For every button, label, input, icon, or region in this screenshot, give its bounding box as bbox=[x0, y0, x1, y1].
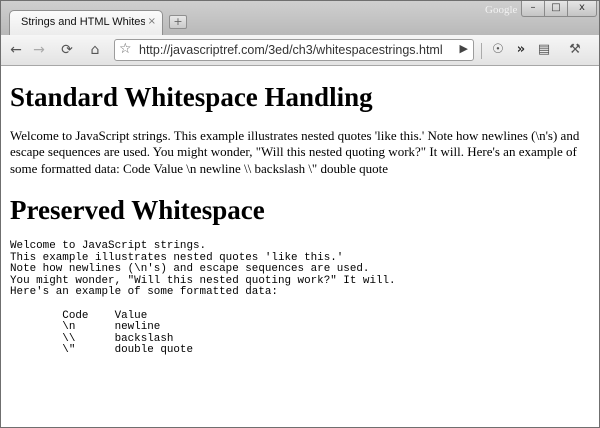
forward-icon[interactable]: → bbox=[30, 41, 48, 59]
go-icon[interactable]: ▶ bbox=[460, 42, 468, 55]
url-text[interactable]: http://javascriptref.com/3ed/ch3/whitesp… bbox=[139, 43, 443, 57]
page-menu-icon[interactable]: ▤ bbox=[535, 41, 553, 59]
wrench-menu-icon[interactable]: ⚒ bbox=[566, 41, 584, 59]
browser-window: Strings and HTML Whites... × + Google – … bbox=[0, 0, 600, 428]
tab-active[interactable]: Strings and HTML Whites... × bbox=[9, 10, 163, 35]
maximize-button[interactable]: □ bbox=[544, 1, 568, 17]
overflow-chevron-icon[interactable]: » bbox=[512, 41, 530, 59]
toolbar-divider bbox=[481, 43, 482, 59]
address-bar[interactable]: ☆ http://javascriptref.com/3ed/ch3/white… bbox=[114, 39, 474, 61]
tab-close-icon[interactable]: × bbox=[148, 16, 156, 27]
reload-icon[interactable]: ⟳ bbox=[58, 41, 76, 59]
page-content: Standard Whitespace Handling Welcome to … bbox=[1, 66, 599, 427]
heading-preserved-whitespace: Preserved Whitespace bbox=[10, 195, 265, 225]
tab-title: Strings and HTML Whites... bbox=[21, 16, 145, 28]
heading-standard-whitespace: Standard Whitespace Handling bbox=[10, 82, 373, 112]
preformatted-text: Welcome to JavaScript strings. This exam… bbox=[10, 240, 396, 357]
bookmark-star-icon[interactable]: ☆ bbox=[119, 41, 132, 57]
browser-toolbar: ← → ⟳ ⌂ ☆ http://javascriptref.com/3ed/c… bbox=[1, 35, 599, 66]
extension-icon[interactable]: ☉ bbox=[489, 41, 507, 59]
new-tab-button[interactable]: + bbox=[169, 15, 187, 29]
close-window-button[interactable]: x bbox=[567, 1, 597, 17]
back-icon[interactable]: ← bbox=[7, 41, 25, 59]
home-icon[interactable]: ⌂ bbox=[86, 41, 104, 59]
minimize-button[interactable]: – bbox=[521, 1, 545, 17]
standard-paragraph: Welcome to JavaScript strings. This exam… bbox=[10, 128, 580, 176]
brand-label: Google bbox=[485, 4, 518, 16]
title-bar: Strings and HTML Whites... × + Google – … bbox=[1, 1, 599, 35]
